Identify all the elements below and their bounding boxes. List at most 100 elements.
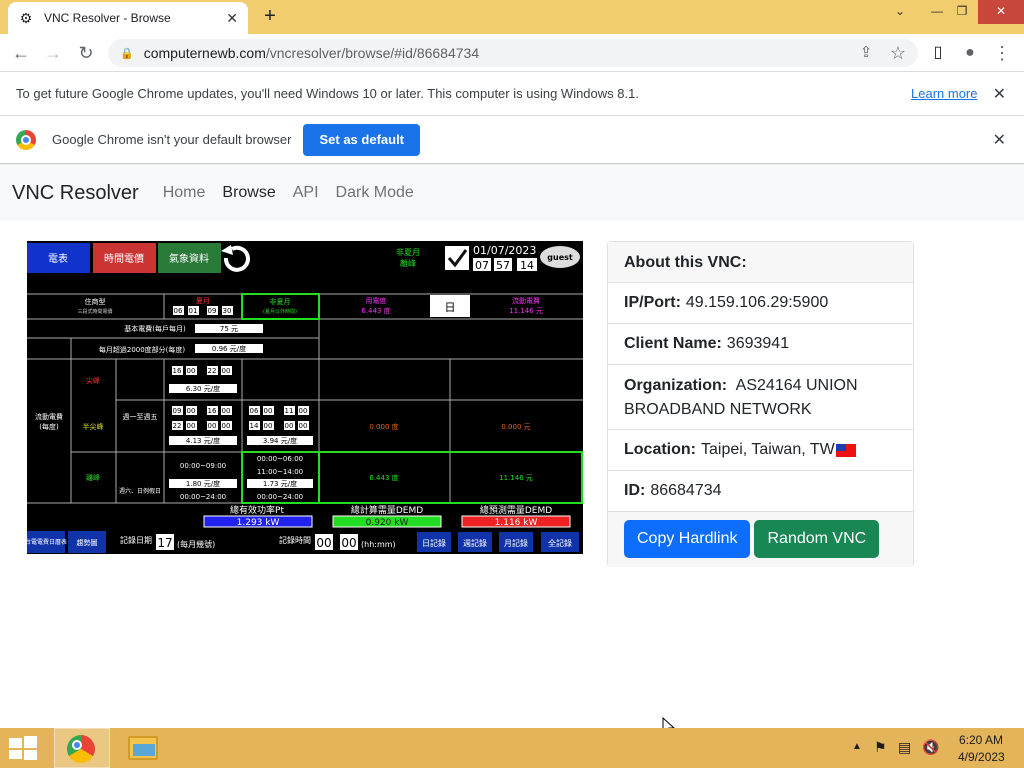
- vnc-summer-start-day: 01: [189, 307, 198, 315]
- id-label: ID:: [624, 482, 646, 499]
- random-vnc-button[interactable]: Random VNC: [754, 520, 880, 558]
- windows-start-icon[interactable]: [9, 736, 37, 760]
- vnc-record-day: 17: [157, 536, 172, 550]
- clock-date[interactable]: 4/9/2023: [958, 750, 1005, 764]
- close-icon[interactable]: ✕: [993, 84, 1006, 104]
- site-brand[interactable]: VNC Resolver: [12, 182, 139, 205]
- client-name-value: 3693941: [726, 335, 790, 352]
- bookmark-star-icon[interactable]: ☆: [886, 41, 910, 65]
- tray-chevron-icon[interactable]: ▲: [852, 741, 862, 752]
- vnc-off-t1: 00:00~09:00: [180, 462, 226, 470]
- vnc-user: guest: [547, 253, 573, 262]
- vnc-off-t2: 00:00~24:00: [180, 493, 226, 501]
- location-row: Location: Taipei, Taiwan, TW: [608, 430, 913, 471]
- forward-button[interactable]: →: [41, 41, 65, 65]
- ip-port-value: 49.159.106.29:5900: [685, 294, 829, 311]
- client-name-label: Client Name:: [624, 335, 722, 352]
- vnc-button-weather: 氣象資料: [169, 252, 209, 265]
- action-center-flag-icon[interactable]: ⚑: [874, 739, 887, 756]
- vnc-flow-sub: (每度): [39, 422, 59, 431]
- location-label: Location:: [624, 441, 696, 458]
- vnc-second: 14: [520, 259, 534, 272]
- vnc-over2000-label: 每月超過2000度部分(每度): [99, 345, 186, 354]
- restore-button[interactable]: ❐: [950, 0, 974, 24]
- vnc-ns-half-m1: 00: [264, 407, 273, 415]
- reload-button[interactable]: ↻: [74, 41, 98, 65]
- copy-hardlink-button[interactable]: Copy Hardlink: [624, 520, 751, 558]
- vnc-ns-off-t2: 11:00~14:00: [257, 468, 303, 476]
- vnc-summer-start-month: 06: [174, 307, 183, 315]
- back-button[interactable]: ←: [9, 41, 33, 65]
- vnc-summer-end-month: 09: [208, 307, 217, 315]
- vnc-ns-half-h1: 06: [250, 407, 259, 415]
- nav-dark-mode[interactable]: Dark Mode: [336, 184, 414, 202]
- organization-label: Organization:: [624, 377, 728, 394]
- taskbar: ▲ ⚑ ▤ 🔇 6:20 AM 4/9/2023: [0, 728, 1024, 768]
- vnc-resolver-favicon-icon: ⚙: [19, 10, 33, 26]
- vnc-nonsummer-sub: (夏月以外時間): [263, 308, 297, 315]
- vnc-record-hour: 00: [316, 536, 331, 550]
- vnc-peak-m2: 00: [222, 367, 231, 375]
- ip-port-label: IP/Port:: [624, 294, 681, 311]
- nav-api[interactable]: API: [293, 184, 319, 202]
- clock-time[interactable]: 6:20 AM: [959, 733, 1003, 747]
- vnc-half-label: 半尖峰: [83, 422, 104, 431]
- vnc-fee-value: 11.146 元: [509, 307, 543, 315]
- chrome-menu-icon[interactable]: ⋮: [990, 41, 1014, 65]
- taskbar-chrome-button[interactable]: [54, 728, 110, 768]
- new-tab-button[interactable]: +: [258, 4, 282, 28]
- card-header: About this VNC:: [608, 242, 913, 283]
- vnc-meter-demd-label: 總計算需量DEMD: [351, 504, 423, 516]
- share-icon[interactable]: ⇪: [854, 41, 878, 65]
- site-navbar: VNC Resolver Home Browse API Dark Mode: [0, 165, 1024, 221]
- browser-toolbar: ← → ↻ 🔒 computernewb.com/vncresolver/bro…: [0, 34, 1024, 72]
- side-panel-icon[interactable]: ▯: [926, 41, 950, 65]
- vnc-ns-half-m2: 00: [299, 407, 308, 415]
- close-icon[interactable]: ✕: [993, 130, 1006, 150]
- default-browser-infobar: Google Chrome isn't your default browser…: [0, 116, 1024, 164]
- vnc-hour: 07: [475, 259, 489, 272]
- vnc-screenshot: 電表 時間電價 氣象資料 非夏月 離峰 01/07/2023 07 57 14 …: [27, 241, 583, 554]
- vnc-bottom-button-2: 趨勢圖: [77, 538, 98, 547]
- nav-home[interactable]: Home: [163, 184, 206, 202]
- vnc-type-sub: 三段式時間電價: [77, 308, 112, 315]
- vnc-record-time-label: 記錄時間: [279, 535, 311, 545]
- vnc-half-h1: 09: [173, 407, 182, 415]
- vnc-log-all: 全記錄: [548, 538, 572, 548]
- tab-close-icon[interactable]: ✕: [226, 10, 238, 27]
- vnc-season-sub: 離峰: [400, 258, 416, 268]
- chrome-icon: [67, 735, 95, 763]
- tab-search-icon[interactable]: ⌄: [888, 0, 912, 24]
- vnc-log-week: 週記錄: [463, 538, 487, 548]
- speaker-muted-icon[interactable]: 🔇: [922, 739, 939, 756]
- address-bar[interactable]: 🔒 computernewb.com/vncresolver/browse/#i…: [108, 39, 918, 67]
- vnc-half-usage: 0.000 度: [369, 422, 398, 431]
- vnc-record-day-hint: (每月幾號): [177, 539, 215, 549]
- vnc-usage-value: 6.443 度: [361, 306, 390, 315]
- learn-more-link[interactable]: Learn more: [911, 86, 977, 101]
- vnc-record-day-label: 記錄日期: [120, 535, 152, 545]
- vnc-over2000-value: 0.96 元/度: [212, 344, 246, 353]
- chrome-logo-icon: [16, 129, 36, 150]
- vnc-meter-demd-value: 0.920 kW: [366, 518, 409, 528]
- vnc-weekday: 週一至週五: [123, 412, 158, 421]
- profile-avatar-icon[interactable]: ●: [958, 41, 982, 65]
- network-icon[interactable]: ▤: [898, 739, 911, 756]
- close-window-button[interactable]: ✕: [978, 0, 1024, 24]
- vnc-usage-label: 用電度: [366, 296, 387, 305]
- minimize-button[interactable]: —: [922, 0, 952, 24]
- nav-browse[interactable]: Browse: [222, 184, 275, 202]
- about-vnc-card: About this VNC: IP/Port: 49.159.106.29:59…: [607, 241, 914, 567]
- update-infobar: To get future Google Chrome updates, you…: [0, 72, 1024, 116]
- vnc-base-fee-label: 基本電費(每戶每月): [124, 324, 186, 333]
- update-message: To get future Google Chrome updates, you…: [16, 86, 639, 101]
- vnc-record-time-hint: (hh:mm): [361, 540, 396, 549]
- vnc-ns-half-m4: 00: [299, 422, 308, 430]
- vnc-off-usage: 6.443 度: [369, 473, 398, 482]
- browser-tab[interactable]: ⚙ VNC Resolver - Browse ✕: [8, 2, 248, 34]
- tab-strip: ⚙ VNC Resolver - Browse ✕ + ⌄ — ❐ ✕: [0, 0, 1024, 34]
- vnc-off-label: 離峰: [86, 473, 100, 482]
- file-explorer-icon[interactable]: [128, 736, 158, 760]
- set-as-default-button[interactable]: Set as default: [303, 123, 421, 156]
- vnc-peak-h1: 16: [173, 367, 182, 375]
